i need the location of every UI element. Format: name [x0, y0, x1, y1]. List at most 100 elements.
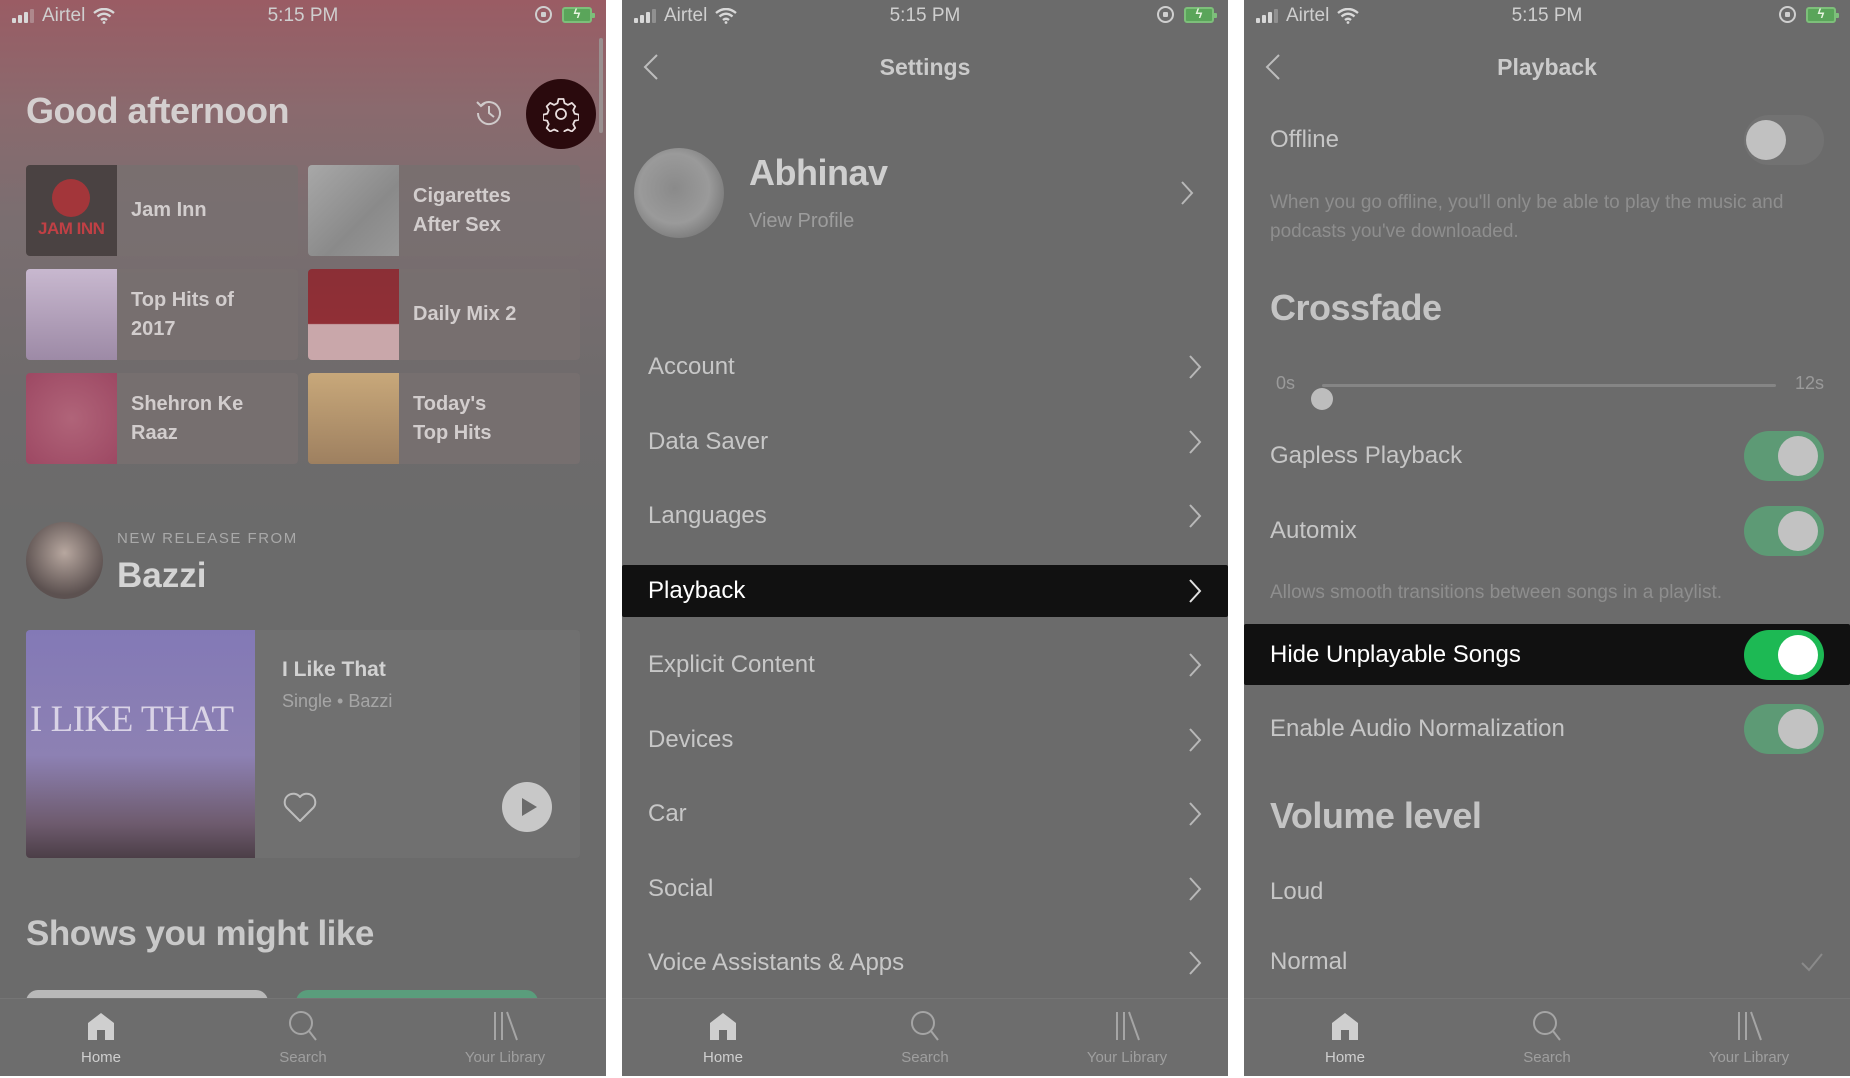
- settings-item-devices[interactable]: Devices: [622, 703, 1228, 778]
- tab-label: Your Library: [1708, 1049, 1790, 1066]
- orientation-lock-icon: [535, 6, 552, 23]
- shortcut-label: Top Hits of 2017: [131, 288, 234, 340]
- playback-screen: Airtel 5:15 PM ϟ Playback Offline When y…: [1244, 0, 1850, 1076]
- tab-label: Your Library: [1086, 1049, 1168, 1066]
- profile-name[interactable]: Abhinav: [749, 152, 888, 194]
- artist-avatar[interactable]: [26, 522, 103, 599]
- release-card[interactable]: I LIKE THAT I Like That Single • Bazzi: [26, 630, 580, 858]
- settings-item-voice-assistants[interactable]: Voice Assistants & Apps: [622, 926, 1228, 1001]
- tab-your-library[interactable]: Your Library: [404, 999, 606, 1076]
- status-bar: Airtel 5:15 PM ϟ: [622, 0, 1228, 34]
- settings-item-label: Explicit Content: [648, 651, 815, 679]
- new-release-eyebrow: NEW RELEASE FROM: [117, 530, 298, 547]
- settings-list: Account Data Saver Languages Playback Ex…: [622, 330, 1228, 1001]
- tab-search[interactable]: Search: [824, 999, 1026, 1076]
- library-icon: [1738, 1011, 1762, 1041]
- crossfade-heading: Crossfade: [1270, 287, 1442, 328]
- scroll-indicator: [599, 38, 603, 133]
- settings-item-languages[interactable]: Languages: [622, 479, 1228, 554]
- settings-item-data-saver[interactable]: Data Saver: [622, 405, 1228, 480]
- automix-toggle[interactable]: [1744, 506, 1824, 556]
- tab-search[interactable]: Search: [1446, 999, 1648, 1076]
- settings-item-label: Voice Assistants & Apps: [648, 949, 905, 977]
- history-icon[interactable]: [472, 96, 506, 130]
- tab-bar: Home Search Your Library: [1244, 998, 1850, 1076]
- settings-item-label: Car: [648, 800, 687, 828]
- chevron-right-icon[interactable]: [1180, 180, 1194, 206]
- chevron-right-icon: [1189, 504, 1202, 528]
- home-screen: Airtel 5:15 PM ϟ Good afternoon Jam Inn …: [0, 0, 606, 1076]
- tab-home[interactable]: Home: [0, 999, 202, 1076]
- status-time: 5:15 PM: [889, 5, 961, 26]
- search-icon: [289, 1011, 317, 1041]
- album-art: [308, 165, 399, 256]
- slider-thumb[interactable]: [1311, 388, 1333, 410]
- album-art: [26, 373, 117, 464]
- shortcut-label: Today's Top Hits: [413, 392, 492, 444]
- shortcut-tile[interactable]: Daily Mix 2: [308, 269, 580, 360]
- settings-item-account[interactable]: Account: [622, 330, 1228, 405]
- status-time: 5:15 PM: [1511, 5, 1583, 26]
- chevron-right-icon: [1189, 877, 1202, 901]
- tab-label: Search: [901, 1049, 949, 1066]
- new-release-artist[interactable]: Bazzi: [117, 556, 206, 596]
- profile-avatar[interactable]: [634, 148, 724, 238]
- offline-description: When you go offline, you'll only be able…: [1270, 192, 1784, 242]
- status-time: 5:15 PM: [267, 5, 339, 26]
- home-icon: [710, 1013, 736, 1040]
- crossfade-slider[interactable]: 0s 12s: [1270, 370, 1824, 410]
- settings-item-playback[interactable]: Playback: [622, 564, 1228, 617]
- settings-item-social[interactable]: Social: [622, 852, 1228, 927]
- tab-home[interactable]: Home: [622, 999, 824, 1076]
- gear-icon: [543, 98, 579, 132]
- release-art-text: I LIKE THAT: [30, 699, 234, 740]
- setting-label: Gapless Playback: [1270, 442, 1463, 469]
- slider-min-label: 0s: [1276, 373, 1296, 393]
- shortcut-tile[interactable]: Shehron Ke Raaz: [26, 373, 298, 464]
- battery-icon: ϟ: [1806, 6, 1839, 23]
- chevron-right-icon: [1189, 578, 1202, 603]
- search-icon: [911, 1011, 939, 1041]
- shortcut-tile[interactable]: Jam Inn: [26, 165, 298, 256]
- album-art: [26, 269, 117, 360]
- shortcut-tile[interactable]: Cigarettes After Sex: [308, 165, 580, 256]
- orientation-lock-icon: [1779, 6, 1796, 23]
- settings-item-explicit-content[interactable]: Explicit Content: [622, 628, 1228, 703]
- tab-your-library[interactable]: Your Library: [1026, 999, 1228, 1076]
- chevron-right-icon: [1189, 653, 1202, 677]
- hide-unplayable-toggle[interactable]: [1744, 629, 1824, 680]
- shortcut-grid: Jam Inn Cigarettes After Sex Top Hits of…: [26, 165, 580, 464]
- volume-option-loud[interactable]: Loud: [1244, 870, 1850, 914]
- home-icon: [1332, 1013, 1358, 1040]
- album-art: [308, 269, 399, 360]
- chevron-right-icon: [1189, 430, 1202, 454]
- settings-button[interactable]: [526, 79, 596, 149]
- chevron-right-icon: [1189, 355, 1202, 379]
- greeting-title: Good afternoon: [26, 90, 289, 131]
- gapless-toggle[interactable]: [1744, 431, 1824, 481]
- settings-item-label: Data Saver: [648, 427, 769, 455]
- settings-item-label: Languages: [648, 502, 767, 530]
- tab-home[interactable]: Home: [1244, 999, 1446, 1076]
- heart-icon[interactable]: [282, 790, 318, 824]
- normalization-toggle[interactable]: [1744, 704, 1824, 754]
- release-art: I LIKE THAT: [26, 630, 255, 858]
- shortcut-tile[interactable]: Today's Top Hits: [308, 373, 580, 464]
- shortcut-label: Cigarettes After Sex: [413, 184, 511, 236]
- settings-item-label: Devices: [648, 725, 734, 753]
- view-profile-link[interactable]: View Profile: [749, 210, 854, 233]
- offline-toggle[interactable]: [1744, 115, 1824, 165]
- battery-icon: ϟ: [562, 6, 595, 23]
- shortcut-tile[interactable]: Top Hits of 2017: [26, 269, 298, 360]
- status-bar: Airtel 5:15 PM ϟ: [0, 0, 606, 34]
- slider-track[interactable]: [1311, 384, 1776, 410]
- volume-option-normal[interactable]: Normal: [1244, 940, 1850, 984]
- play-button[interactable]: [502, 782, 552, 832]
- tab-search[interactable]: Search: [202, 999, 404, 1076]
- settings-item-label: Social: [648, 874, 714, 902]
- tab-label: Search: [279, 1049, 327, 1066]
- setting-offline: Offline: [1244, 115, 1850, 165]
- tab-your-library[interactable]: Your Library: [1648, 999, 1850, 1076]
- settings-item-car[interactable]: Car: [622, 777, 1228, 852]
- volume-heading: Volume level: [1270, 795, 1482, 836]
